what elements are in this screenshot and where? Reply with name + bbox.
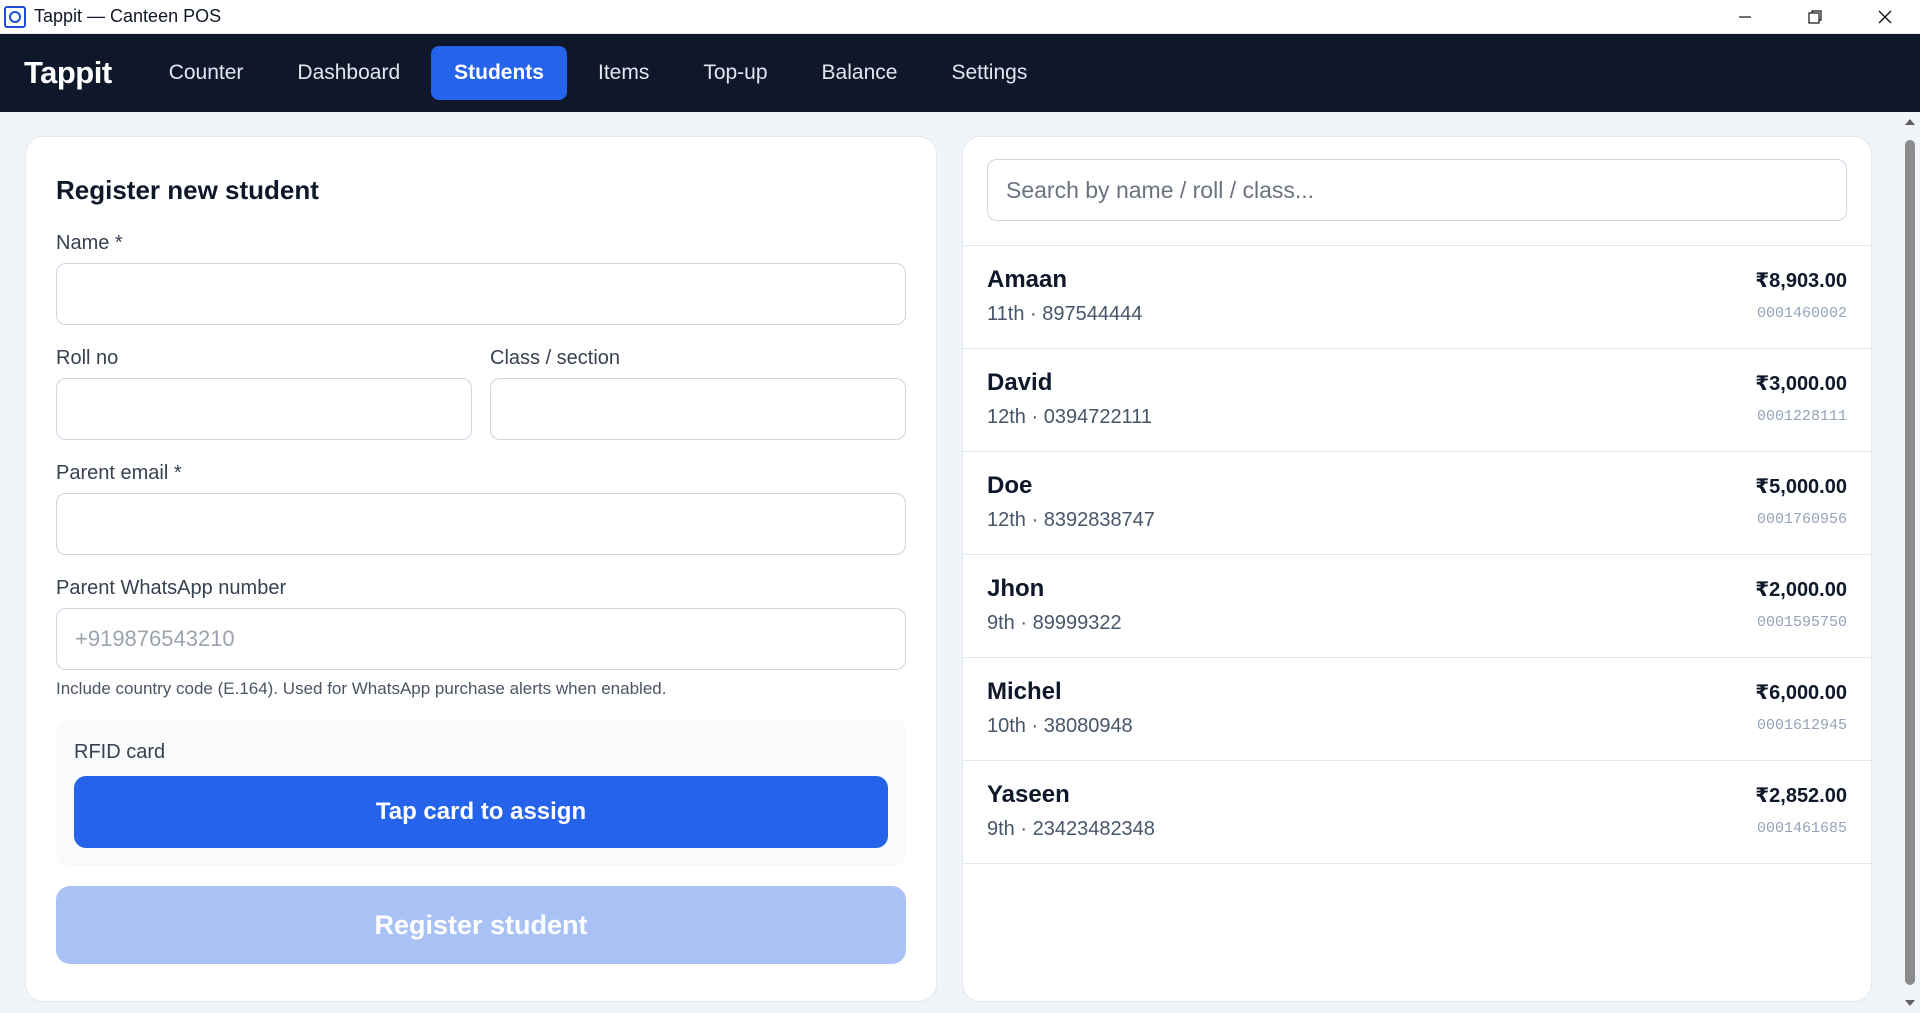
student-card-id: 0001612945 [1756,717,1847,734]
minimize-icon[interactable] [1710,0,1780,34]
student-balance: ₹6,000.00 [1755,682,1847,704]
student-card-id: 0001228111 [1756,408,1847,425]
roll-input[interactable] [56,378,472,440]
student-name: Yaseen [987,781,1070,808]
whatsapp-input[interactable] [56,608,906,670]
students-list-card: Amaan 11th · 897544444 ₹8,903.00 000146000… [962,136,1872,1002]
student-row[interactable]: Amaan 11th · 897544444 ₹8,903.00 000146000… [963,246,1871,349]
register-student-card: Register new student Name * Roll no Clas… [25,136,937,1002]
student-card-id: 0001461685 [1756,820,1847,837]
nav-items[interactable]: Items [575,46,672,100]
window-titlebar: Tappit — Canteen POS [0,0,1920,34]
nav-balance[interactable]: Balance [799,46,921,100]
scrollbar-thumb[interactable] [1905,140,1915,985]
vertical-scrollbar[interactable] [1900,112,1920,1013]
student-balance: ₹3,000.00 [1755,373,1847,395]
student-name: David [987,369,1053,396]
register-student-button[interactable]: Register student [56,886,906,964]
roll-field-group: Roll no [56,347,472,440]
rfid-section: RFID card Tap card to assign [56,719,906,866]
student-name: Amaan [987,266,1068,293]
nav-students[interactable]: Students [431,46,567,100]
nav-top-up[interactable]: Top-up [680,46,790,100]
name-input[interactable] [56,263,906,325]
scroll-up-icon[interactable] [1900,112,1920,132]
student-balance: ₹2,000.00 [1755,579,1847,601]
student-balance: ₹2,852.00 [1755,785,1847,807]
student-row[interactable]: Jhon 9th · 89999322 ₹2,000.00 0001595750 [963,555,1871,658]
nav-settings[interactable]: Settings [928,46,1050,100]
form-title: Register new student [56,175,319,205]
search-bar [963,137,1871,246]
student-card-id: 0001595750 [1756,614,1847,631]
student-row[interactable]: David 12th · 0394722111 ₹3,000.00 00012281… [963,349,1871,452]
class-label: Class / section [490,347,621,369]
whatsapp-field-group: Parent WhatsApp number Include country c… [56,577,906,699]
scroll-down-icon[interactable] [1900,993,1920,1013]
restore-icon[interactable] [1780,0,1850,34]
window-controls [1710,0,1920,34]
name-field-group: Name * [56,232,906,325]
whatsapp-hint: Include country code (E.164). Used for W… [56,679,667,698]
student-meta: 10th · 38080948 [987,715,1133,737]
class-field-group: Class / section [490,347,906,440]
student-list: Amaan 11th · 897544444 ₹8,903.00 000146000… [963,246,1871,864]
email-field-group: Parent email * [56,462,906,555]
nav-dashboard[interactable]: Dashboard [274,46,423,100]
rfid-label: RFID card [74,741,166,763]
student-meta: 12th · 0394722111 [987,406,1152,428]
search-input[interactable] [987,159,1847,221]
student-meta: 9th · 23423482348 [987,818,1155,840]
student-balance: ₹8,903.00 [1755,270,1847,292]
student-name: Jhon [987,575,1045,602]
window-title: Tappit — Canteen POS [34,6,222,26]
student-meta: 11th · 897544444 [987,303,1143,325]
email-label: Parent email * [56,462,182,484]
student-row[interactable]: Doe 12th · 8392838747 ₹5,000.00 0001760956 [963,452,1871,555]
app-icon [4,5,26,28]
brand-logo: Tappit [24,55,112,90]
parent-email-input[interactable] [56,493,906,555]
student-name: Doe [987,472,1033,499]
student-meta: 9th · 89999322 [987,612,1122,634]
student-card-id: 0001760956 [1756,511,1847,528]
student-row[interactable]: Yaseen 9th · 23423482348 ₹2,852.00 0001461… [963,761,1871,864]
student-card-id: 0001460002 [1756,305,1847,322]
student-row[interactable]: Michel 10th · 38080948 ₹6,000.00 000161294… [963,658,1871,761]
top-navbar: Tappit Counter Dashboard Students Items … [0,34,1920,112]
student-name: Michel [987,678,1062,705]
student-meta: 12th · 8392838747 [987,509,1155,531]
roll-class-row: Roll no Class / section [56,347,906,462]
whatsapp-label: Parent WhatsApp number [56,577,287,599]
tap-card-button[interactable]: Tap card to assign [74,776,888,848]
class-input[interactable] [490,378,906,440]
nav-counter[interactable]: Counter [146,46,267,100]
close-icon[interactable] [1850,0,1920,34]
name-label: Name * [56,232,123,254]
roll-label: Roll no [56,347,119,369]
student-balance: ₹5,000.00 [1755,476,1847,498]
